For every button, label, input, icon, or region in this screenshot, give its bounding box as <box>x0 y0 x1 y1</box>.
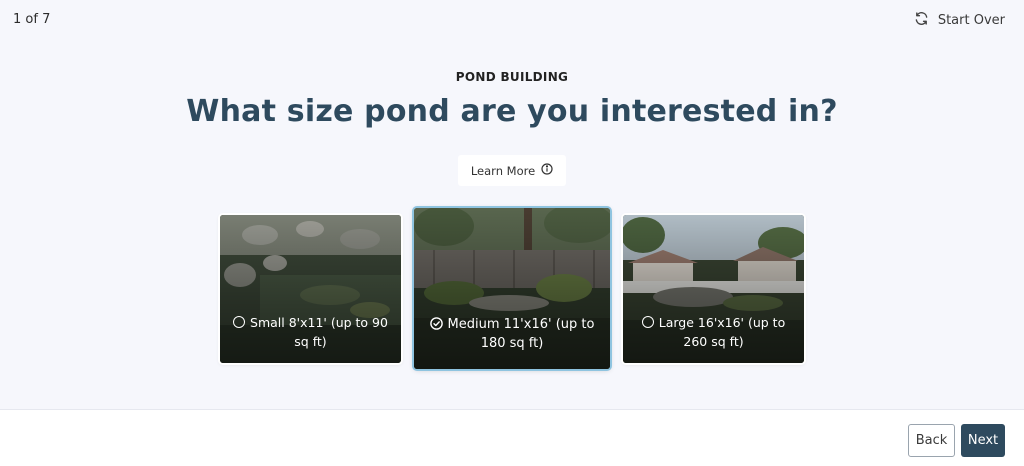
footer-bar: Back Next <box>0 409 1024 466</box>
option-card-medium[interactable]: Medium 11'x16' (up to 180 sq ft) <box>414 208 610 369</box>
learn-more-button[interactable]: Learn More <box>458 155 566 186</box>
option-label-medium: Medium 11'x16' (up to 180 sq ft) <box>414 315 610 353</box>
refresh-icon <box>914 11 929 30</box>
radio-unchecked-icon <box>641 316 654 328</box>
section-eyebrow: POND BUILDING <box>455 70 569 84</box>
start-over-label: Start Over <box>937 13 1005 28</box>
back-button[interactable]: Back <box>908 424 955 457</box>
option-label-large: Large 16'x16' (up to 260 sq ft) <box>623 313 804 351</box>
option-card-small[interactable]: Small 8'x11' (up to 90 sq ft) <box>220 215 401 363</box>
check-circle-icon <box>429 317 443 330</box>
info-icon <box>541 163 553 178</box>
option-label-small: Small 8'x11' (up to 90 sq ft) <box>220 313 401 351</box>
next-button[interactable]: Next <box>961 424 1005 457</box>
radio-unchecked-icon <box>233 316 246 328</box>
page-title: What size pond are you interested in? <box>186 94 838 129</box>
option-card-large[interactable]: Large 16'x16' (up to 260 sq ft) <box>623 215 804 363</box>
top-bar: 1 of 7 Start Over <box>0 0 1024 42</box>
start-over-button[interactable]: Start Over <box>914 11 1005 30</box>
step-counter: 1 of 7 <box>13 12 51 27</box>
learn-more-label: Learn More <box>470 163 536 178</box>
